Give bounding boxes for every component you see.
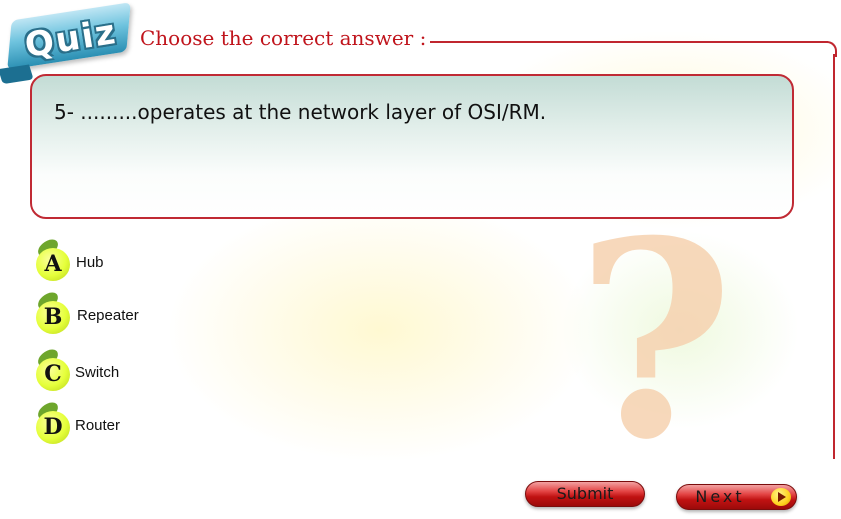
instruction-title: Choose the correct answer : xyxy=(140,24,431,52)
option-b[interactable]: B Repeater xyxy=(34,290,234,338)
submit-button[interactable]: Submit xyxy=(525,481,645,507)
play-arrow-icon xyxy=(771,488,791,506)
option-a-letter: A xyxy=(44,251,62,277)
option-b-badge-icon: B xyxy=(34,290,74,336)
option-d-letter: D xyxy=(43,414,63,440)
submit-button-label: Submit xyxy=(556,484,614,503)
option-d-badge-icon: D xyxy=(34,400,74,446)
option-c-badge-icon: C xyxy=(34,347,74,393)
option-d-label: Router xyxy=(75,417,121,434)
option-b-letter: B xyxy=(43,304,63,330)
question-box xyxy=(30,74,794,219)
next-button[interactable]: Next xyxy=(676,484,797,510)
question-mark-decoration: ? xyxy=(575,181,735,499)
option-c-letter: C xyxy=(44,361,62,387)
option-d[interactable]: D Router xyxy=(34,400,234,448)
frame-right-line xyxy=(833,54,835,459)
option-b-label: Repeater xyxy=(77,307,139,324)
option-a-label: Hub xyxy=(76,254,104,271)
quiz-badge-text: Quiz xyxy=(22,12,120,66)
option-c[interactable]: C Switch xyxy=(34,347,234,395)
frame-top-line xyxy=(428,41,828,43)
next-button-label: Next xyxy=(695,487,745,506)
option-a[interactable]: A Hub xyxy=(34,237,234,285)
question-text: 5- .........operates at the network laye… xyxy=(54,100,547,124)
option-c-label: Switch xyxy=(75,364,120,381)
option-a-badge-icon: A xyxy=(34,237,74,283)
